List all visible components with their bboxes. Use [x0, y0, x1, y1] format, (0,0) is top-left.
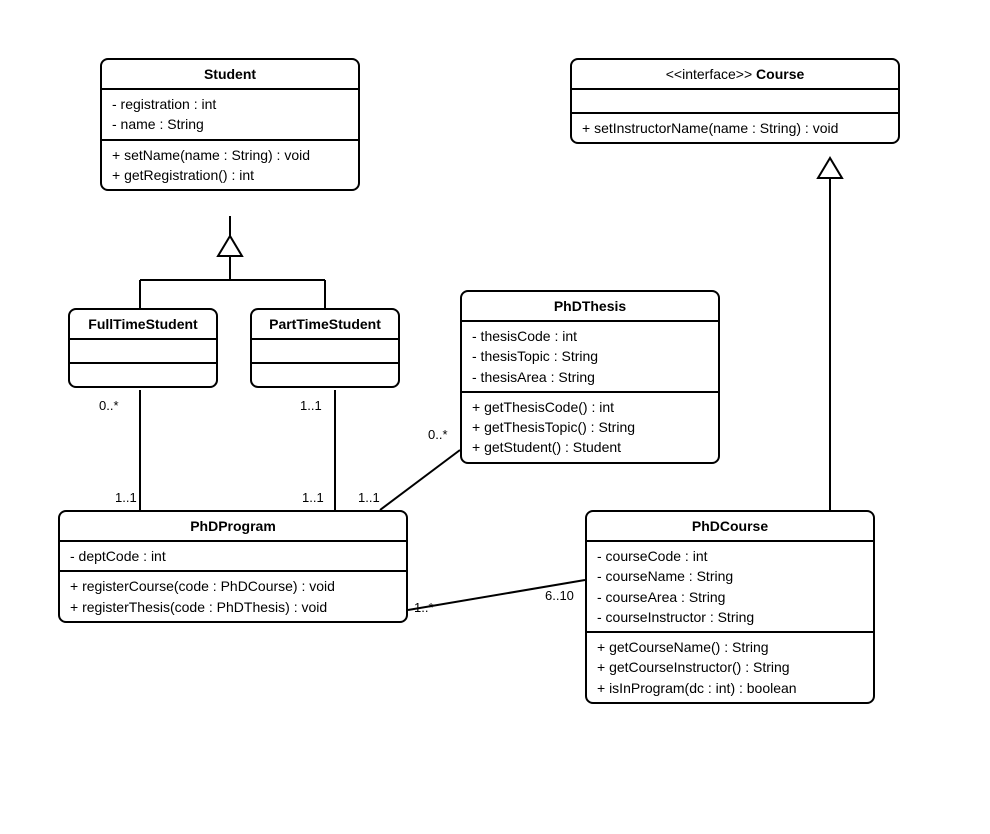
class-phdcourse-attrs: - courseCode : int - courseName : String…: [587, 542, 873, 633]
class-student-attrs: - registration : int - name : String: [102, 90, 358, 141]
op: + getStudent() : Student: [472, 437, 708, 457]
class-fulltime-title: FullTimeStudent: [70, 310, 216, 340]
attr: - thesisCode : int: [472, 326, 708, 346]
multiplicity: 1..1: [300, 398, 322, 413]
multiplicity: 1..*: [414, 600, 434, 615]
op: + getRegistration() : int: [112, 165, 348, 185]
class-course-attrs: [572, 90, 898, 114]
class-course-ops: + setInstructorName(name : String) : voi…: [572, 114, 898, 142]
op: + getCourseName() : String: [597, 637, 863, 657]
class-parttime-attrs: [252, 340, 398, 364]
attr: - thesisTopic : String: [472, 346, 708, 366]
uml-diagram: Student - registration : int - name : St…: [0, 0, 990, 834]
class-course: <<interface>> Course + setInstructorName…: [570, 58, 900, 144]
class-thesis-attrs: - thesisCode : int - thesisTopic : Strin…: [462, 322, 718, 393]
stereotype: <<interface>>: [666, 66, 752, 82]
class-thesis-ops: + getThesisCode() : int + getThesisTopic…: [462, 393, 718, 462]
op: + setName(name : String) : void: [112, 145, 348, 165]
multiplicity: 1..1: [358, 490, 380, 505]
attr: - courseInstructor : String: [597, 607, 863, 627]
class-program: PhDProgram - deptCode : int + registerCo…: [58, 510, 408, 623]
class-phdcourse-ops: + getCourseName() : String + getCourseIn…: [587, 633, 873, 702]
op: + getThesisTopic() : String: [472, 417, 708, 437]
multiplicity: 0..*: [428, 427, 448, 442]
class-program-title: PhDProgram: [60, 512, 406, 542]
triangle-icon: [818, 158, 842, 178]
class-thesis-title: PhDThesis: [462, 292, 718, 322]
op: + registerCourse(code : PhDCourse) : voi…: [70, 576, 396, 596]
class-program-attrs: - deptCode : int: [60, 542, 406, 572]
class-fulltime-ops: [70, 364, 216, 386]
op: + registerThesis(code : PhDThesis) : voi…: [70, 597, 396, 617]
class-parttime: PartTimeStudent: [250, 308, 400, 388]
class-student-ops: + setName(name : String) : void + getReg…: [102, 141, 358, 190]
op: + setInstructorName(name : String) : voi…: [582, 118, 888, 138]
class-parttime-title: PartTimeStudent: [252, 310, 398, 340]
multiplicity: 0..*: [99, 398, 119, 413]
class-phdcourse-title: PhDCourse: [587, 512, 873, 542]
class-fulltime: FullTimeStudent: [68, 308, 218, 388]
attr: - deptCode : int: [70, 546, 396, 566]
op: + getCourseInstructor() : String: [597, 657, 863, 677]
class-student: Student - registration : int - name : St…: [100, 58, 360, 191]
class-parttime-ops: [252, 364, 398, 386]
attr: - courseCode : int: [597, 546, 863, 566]
class-phdcourse: PhDCourse - courseCode : int - courseNam…: [585, 510, 875, 704]
triangle-icon: [218, 236, 242, 256]
class-fulltime-attrs: [70, 340, 216, 364]
attr: - courseName : String: [597, 566, 863, 586]
attr: - name : String: [112, 114, 348, 134]
attr: - courseArea : String: [597, 587, 863, 607]
multiplicity: 6..10: [545, 588, 574, 603]
class-course-title: <<interface>> Course: [572, 60, 898, 90]
class-student-title: Student: [102, 60, 358, 90]
attr: - registration : int: [112, 94, 348, 114]
op: + getThesisCode() : int: [472, 397, 708, 417]
class-thesis: PhDThesis - thesisCode : int - thesisTop…: [460, 290, 720, 464]
attr: - thesisArea : String: [472, 367, 708, 387]
class-name: Course: [756, 66, 804, 82]
op: + isInProgram(dc : int) : boolean: [597, 678, 863, 698]
multiplicity: 1..1: [115, 490, 137, 505]
class-program-ops: + registerCourse(code : PhDCourse) : voi…: [60, 572, 406, 621]
multiplicity: 1..1: [302, 490, 324, 505]
